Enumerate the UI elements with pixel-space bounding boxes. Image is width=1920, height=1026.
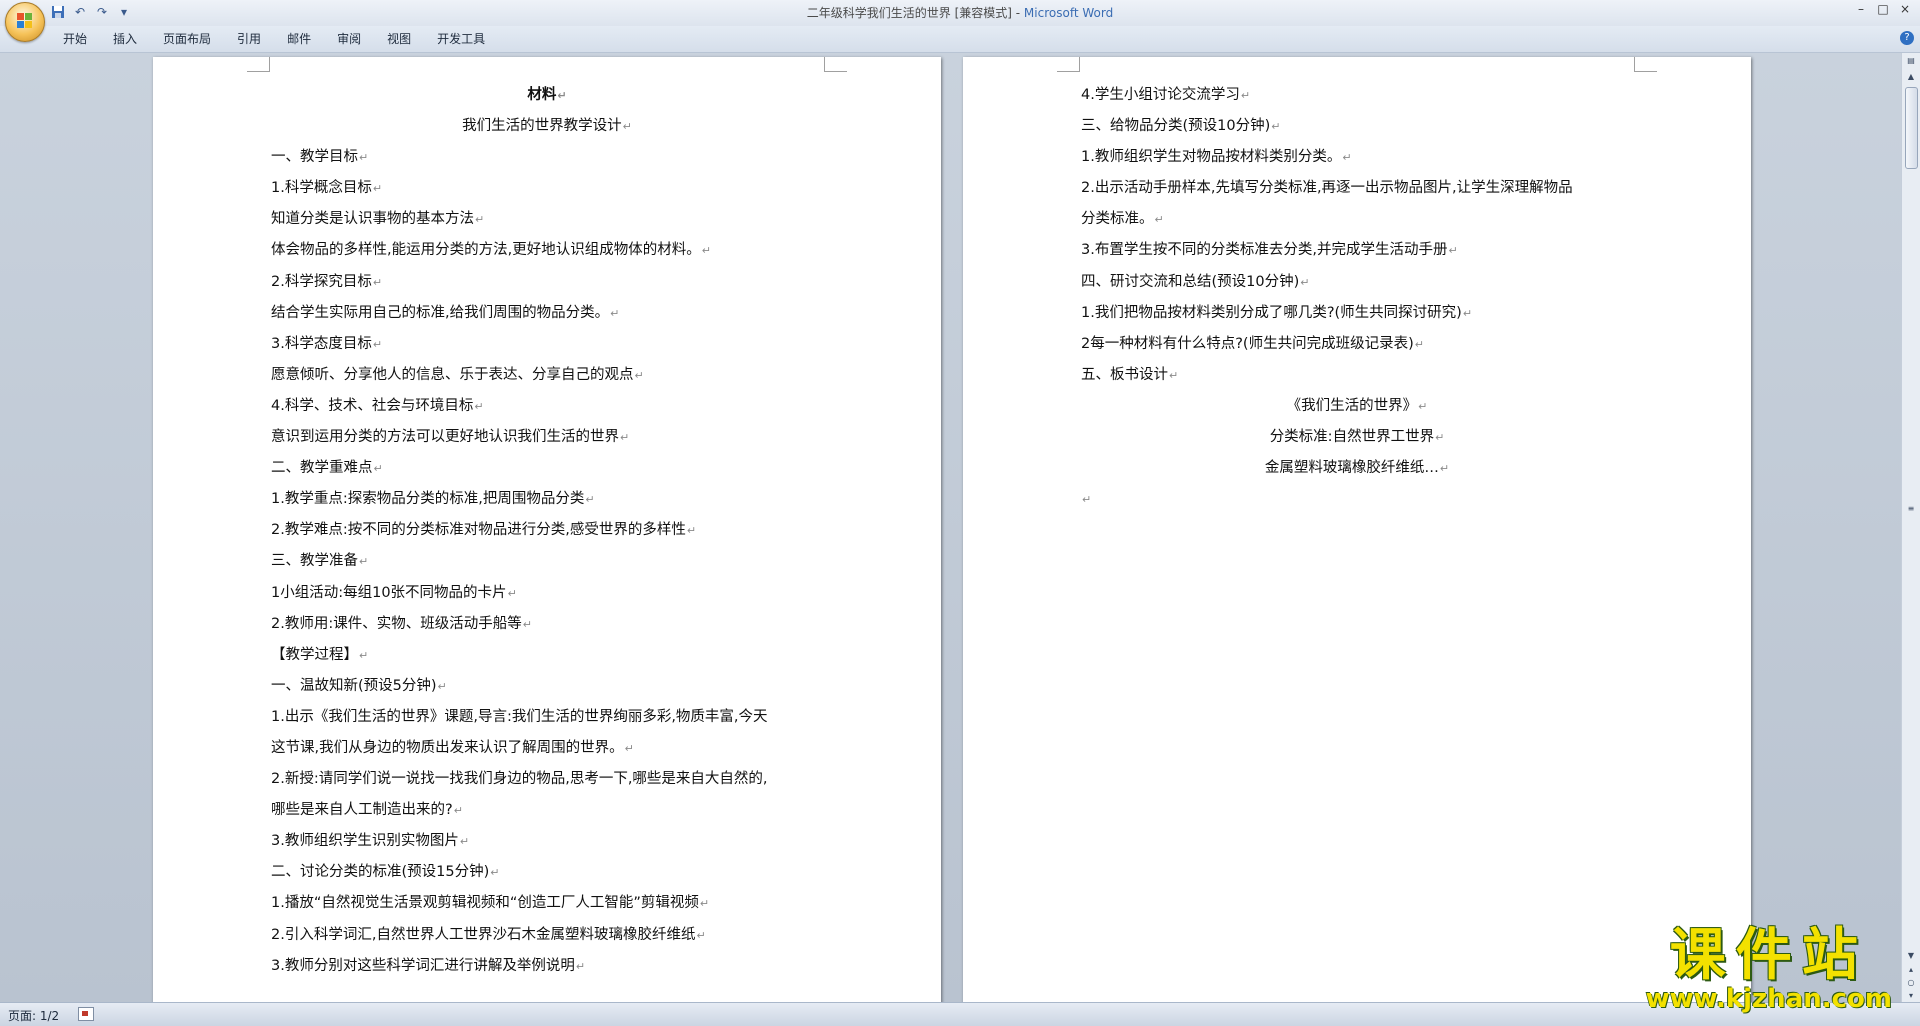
tab-developer[interactable]: 开发工具 <box>424 30 498 48</box>
board-line: 金属塑料玻璃橡胶纤维纸…↵ <box>1264 460 1450 477</box>
paragraph: 一、温故知新(预设5分钟)↵ <box>271 677 447 694</box>
paragraph: 知道分类是认识事物的基本方法↵ <box>271 211 485 228</box>
paragraph: 四、研讨交流和总结(预设10分钟)↵ <box>1081 273 1310 290</box>
paragraph: 2每一种材料有什么特点?(师生共问完成班级记录表)↵ <box>1081 335 1424 352</box>
ribbon-tabs: 开始 插入 页面布局 引用 邮件 审阅 视图 开发工具 <box>50 30 498 48</box>
paragraph: 2.新授:请同学们说一说找一找我们身边的物品,思考一下,哪些是来自大自然的, <box>271 771 768 788</box>
previous-page-icon[interactable]: ▴ <box>1904 964 1918 976</box>
paragraph: 3.教师分别对这些科学词汇进行讲解及举例说明↵ <box>271 957 586 974</box>
paragraph: 结合学生实际用自己的标准,给我们周围的物品分类。↵ <box>271 304 620 321</box>
paragraph: 1.科学概念目标↵ <box>271 180 383 197</box>
ribbon-tab-bar: 开始 插入 页面布局 引用 邮件 审阅 视图 开发工具 ? <box>0 26 1920 53</box>
watermark-title: 课件站 <box>1669 923 1868 988</box>
paragraph: 1.我们把物品按材料类别分成了哪几类?(师生共同探讨研究)↵ <box>1081 304 1473 321</box>
margin-corner-mark <box>1634 57 1657 72</box>
paragraph: 1.教师组织学生对物品按材料类别分类。↵ <box>1081 149 1352 166</box>
paragraph: 4.学生小组讨论交流学习↵ <box>1081 87 1251 103</box>
paragraph: 3.布置学生按不同的分类标准去分类,并完成学生活动手册↵ <box>1081 242 1458 259</box>
page-indicator[interactable]: 页面: 1/2 <box>8 1007 59 1024</box>
document-workspace: 材料↵ 我们生活的世界教学设计↵ 一、教学目标↵ 1.科学概念目标↵ 知道分类是… <box>0 53 1902 1002</box>
paragraph: 4.科学、技术、社会与环境目标↵ <box>271 397 484 414</box>
paragraph: 二、讨论分类的标准(预设15分钟)↵ <box>271 864 500 881</box>
doc-heading: 材料↵ <box>527 87 567 103</box>
tab-mailings[interactable]: 邮件 <box>274 30 324 48</box>
paragraph: 2.科学探究目标↵ <box>271 273 383 290</box>
site-watermark: 课件站 www.kjzhan.com <box>1645 923 1892 1014</box>
paragraph: 三、教学准备↵ <box>271 553 369 570</box>
paragraph: 体会物品的多样性,能运用分类的方法,更好地认识组成物体的材料。↵ <box>271 242 711 259</box>
paragraph: 分类标准。↵ <box>1081 211 1164 228</box>
tab-insert[interactable]: 插入 <box>100 30 150 48</box>
close-button[interactable]: × <box>1894 0 1916 18</box>
board-title: 《我们生活的世界》↵ <box>1286 397 1428 414</box>
paragraph: 3.科学态度目标↵ <box>271 335 383 352</box>
scroll-down-icon[interactable]: ▼ <box>1904 950 1918 962</box>
help-icon[interactable]: ? <box>1900 31 1914 45</box>
status-bar: 页面: 1/2 <box>0 1002 1920 1026</box>
office-logo-icon <box>17 13 33 29</box>
paragraph: 1.出示《我们生活的世界》课题,导言:我们生活的世界绚丽多彩,物质丰富,今天 <box>271 708 768 725</box>
title-bar: ↶ ↷ ▾ 二年级科学我们生活的世界 [兼容模式] - Microsoft Wo… <box>0 0 1920 42</box>
page-1-body[interactable]: 材料↵ 我们生活的世界教学设计↵ 一、教学目标↵ 1.科学概念目标↵ 知道分类是… <box>271 80 823 982</box>
paragraph: 这节课,我们从身边的物质出发来认识了解周围的世界。↵ <box>271 739 634 756</box>
paragraph: 哪些是来自人工制造出来的?↵ <box>271 802 463 819</box>
document-page-2: 4.学生小组讨论交流学习↵ 三、给物品分类(预设10分钟)↵ 1.教师组织学生对… <box>963 57 1751 1002</box>
paragraph: 三、给物品分类(预设10分钟)↵ <box>1081 118 1281 135</box>
maximize-button[interactable]: □ <box>1872 0 1894 18</box>
document-page-1: 材料↵ 我们生活的世界教学设计↵ 一、教学目标↵ 1.科学概念目标↵ 知道分类是… <box>153 57 941 1002</box>
window-title: 二年级科学我们生活的世界 [兼容模式] - Microsoft Word <box>0 4 1920 21</box>
vertical-scrollbar[interactable]: ▤ ▲ ≡ ▼ ▴ ○ ▾ <box>1901 53 1920 1002</box>
paragraph: 3.教师组织学生识别实物图片↵ <box>271 833 470 850</box>
page-2-body[interactable]: 4.学生小组讨论交流学习↵ 三、给物品分类(预设10分钟)↵ 1.教师组织学生对… <box>1081 80 1633 515</box>
paragraph: 1.教学重点:探索物品分类的标准,把周围物品分类↵ <box>271 491 595 508</box>
proofing-status-icon[interactable] <box>78 1007 94 1021</box>
tab-home[interactable]: 开始 <box>50 30 100 48</box>
margin-corner-mark <box>247 57 270 72</box>
scrollbar-thumb[interactable] <box>1905 87 1918 169</box>
paragraph: 意识到运用分类的方法可以更好地认识我们生活的世界↵ <box>271 429 630 446</box>
empty-paragraph: ↵ <box>1082 493 1092 507</box>
doc-title: 我们生活的世界教学设计↵ <box>462 118 632 135</box>
paragraph: 1.播放“自然视觉生活景观剪辑视频和“创造工厂人工智能”剪辑视频↵ <box>271 895 710 912</box>
tab-page-layout[interactable]: 页面布局 <box>150 30 224 48</box>
paragraph: 五、板书设计↵ <box>1081 366 1179 383</box>
app-name: Microsoft Word <box>1023 6 1114 20</box>
scroll-grip-icon: ≡ <box>1907 504 1915 513</box>
tab-references[interactable]: 引用 <box>224 30 274 48</box>
paragraph: 2.教学难点:按不同的分类标准对物品进行分类,感受世界的多样性↵ <box>271 522 697 539</box>
select-browse-object-icon[interactable]: ○ <box>1904 977 1918 989</box>
office-button[interactable] <box>5 2 45 42</box>
paragraph: 愿意倾听、分享他人的信息、乐于表达、分享自己的观点↵ <box>271 366 644 383</box>
ruler-toggle-icon[interactable]: ▤ <box>1904 55 1918 67</box>
next-page-icon[interactable]: ▾ <box>1904 990 1918 1002</box>
tab-review[interactable]: 审阅 <box>324 30 374 48</box>
margin-corner-mark <box>824 57 847 72</box>
board-line: 分类标准:自然世界工世界↵ <box>1269 429 1445 446</box>
watermark-url: www.kjzhan.com <box>1645 984 1892 1014</box>
scroll-up-icon[interactable]: ▲ <box>1904 71 1918 83</box>
minimize-button[interactable]: – <box>1850 0 1872 18</box>
paragraph: 2.教师用:课件、实物、班级活动手船等↵ <box>271 615 532 632</box>
paragraph: 2.引入科学词汇,自然世界人工世界沙石木金属塑料玻璃橡胶纤维纸↵ <box>271 926 706 943</box>
paragraph: 【教学过程】↵ <box>271 646 369 663</box>
paragraph: 一、教学目标↵ <box>271 149 369 166</box>
paragraph: 二、教学重难点↵ <box>271 460 383 477</box>
window-controls: – □ × <box>1850 0 1916 18</box>
paragraph: 2.出示活动手册样本,先填写分类标准,再逐一出示物品图片,让学生深理解物品 <box>1081 180 1573 197</box>
tab-view[interactable]: 视图 <box>374 30 424 48</box>
margin-corner-mark <box>1057 57 1080 72</box>
document-title: 二年级科学我们生活的世界 [兼容模式] - <box>806 6 1024 20</box>
paragraph: 1小组活动:每组10张不同物品的卡片↵ <box>271 584 517 601</box>
